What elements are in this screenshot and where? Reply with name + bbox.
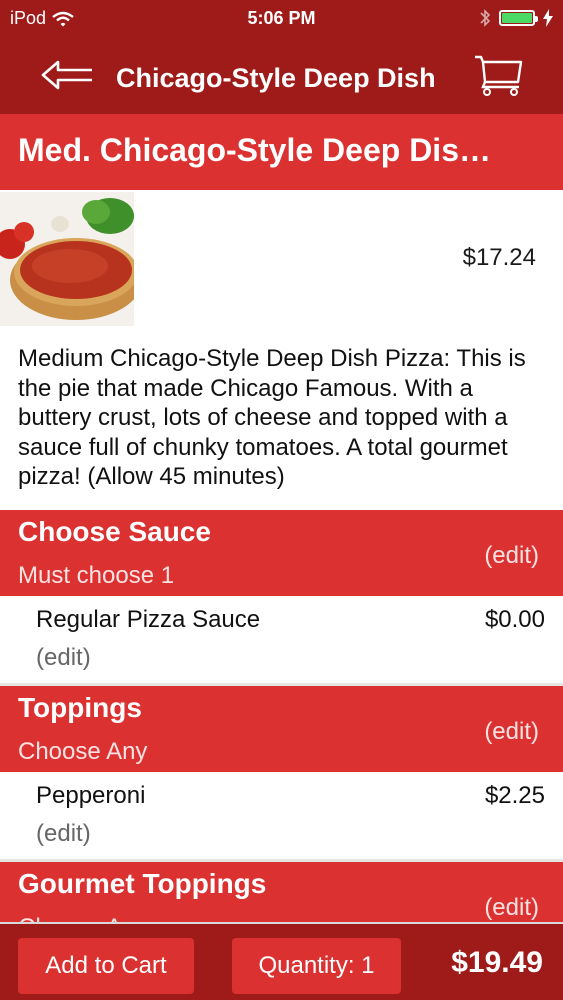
product-description: Medium Chicago-Style Deep Dish Pizza: Th…: [18, 345, 526, 490]
order-total: $19.49: [451, 946, 543, 979]
product-price: $17.24: [462, 244, 536, 271]
status-bar: iPod 5:06 PM: [0, 0, 563, 36]
section-toppings[interactable]: Toppings Choose Any (edit): [0, 686, 563, 772]
battery-icon: [499, 10, 538, 26]
option-name: Regular Pizza Sauce: [36, 606, 261, 633]
section-edit-link[interactable]: (edit): [484, 894, 539, 922]
product-summary: $17.24: [0, 190, 563, 326]
section-title: Gourmet Toppings: [18, 868, 267, 899]
section-title: Toppings: [18, 692, 142, 723]
section-edit-link[interactable]: (edit): [484, 542, 539, 570]
option-row-pepperoni[interactable]: Pepperoni $2.25 (edit): [0, 772, 563, 862]
bottom-toolbar: Add to Cart Quantity: 1 $19.49: [0, 922, 563, 1000]
option-price: $0.00: [484, 606, 545, 633]
section-choose-sauce[interactable]: Choose Sauce Must choose 1 (edit): [0, 510, 563, 596]
pizza-image: [0, 192, 134, 326]
option-row-regular-pizza-sauce[interactable]: Regular Pizza Sauce $0.00 (edit): [0, 596, 563, 686]
section-subtitle: Choose Any: [18, 738, 148, 765]
option-name: Pepperoni: [36, 782, 146, 809]
product-title: Med. Chicago-Style Deep Dis…: [18, 132, 491, 168]
nav-title: Chicago-Style Deep Dish: [116, 63, 436, 93]
charging-icon: [543, 9, 553, 27]
section-edit-link[interactable]: (edit): [484, 718, 539, 746]
bluetooth-icon: [480, 9, 491, 27]
section-subtitle: Must choose 1: [18, 562, 175, 589]
cart-icon[interactable]: [473, 54, 525, 96]
back-arrow-icon[interactable]: [40, 58, 94, 92]
option-edit-link[interactable]: (edit): [36, 820, 91, 848]
add-to-cart-button[interactable]: Add to Cart: [18, 938, 194, 994]
option-price: $2.25: [484, 782, 545, 809]
navigation-bar: Chicago-Style Deep Dish: [0, 36, 563, 114]
status-right: [479, 8, 553, 28]
product-title-bar: Med. Chicago-Style Deep Dis…: [0, 114, 563, 190]
quantity-button[interactable]: Quantity: 1: [232, 938, 401, 994]
option-edit-link[interactable]: (edit): [36, 644, 91, 672]
section-title: Choose Sauce: [18, 516, 211, 547]
